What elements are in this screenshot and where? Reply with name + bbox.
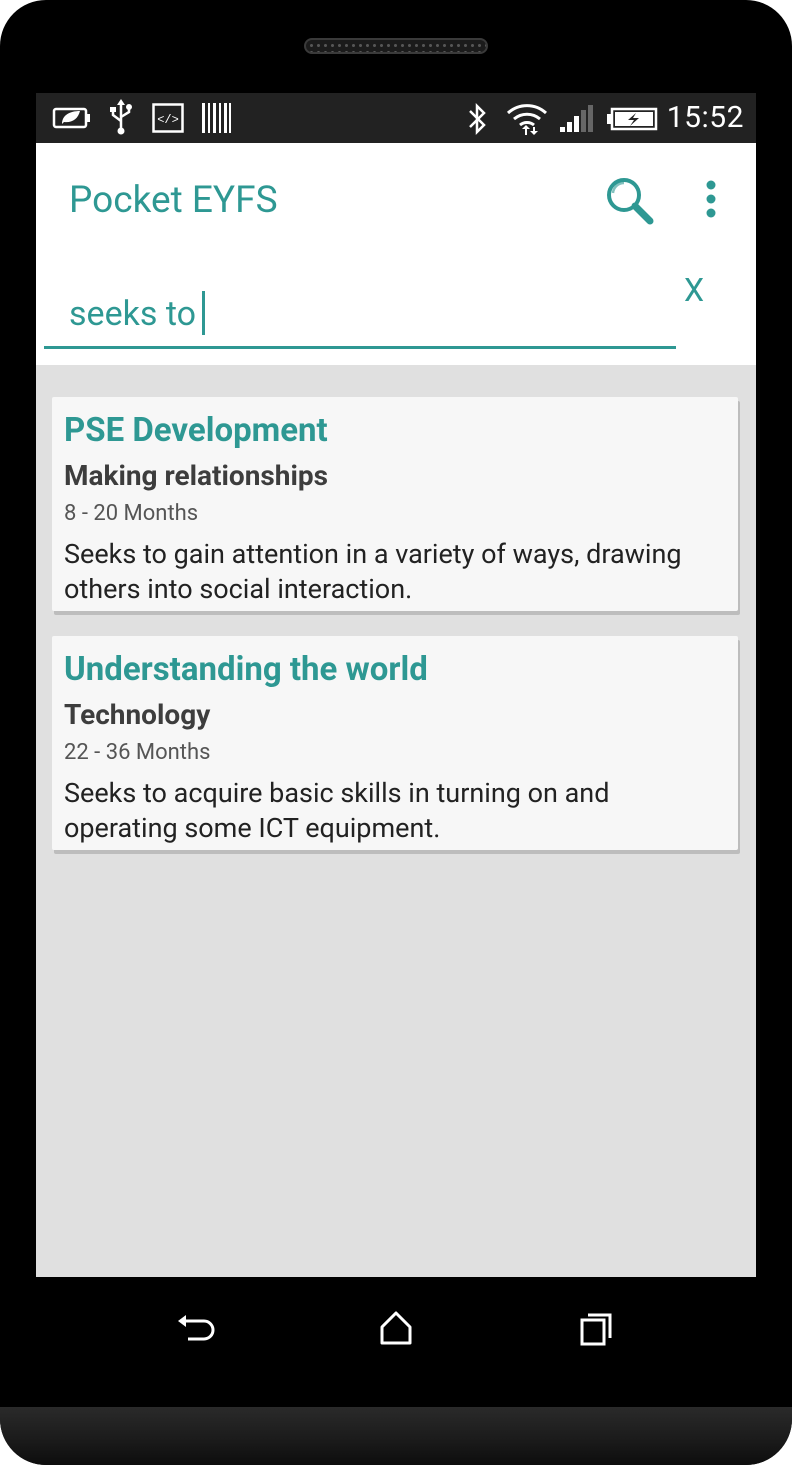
screen: </> 15:52 Pocket EYFS seeks to X PSE Dev… [36, 93, 756, 1277]
status-bar: </> 15:52 [36, 93, 756, 143]
result-aspect: Technology [64, 698, 211, 731]
app-bar: Pocket EYFS seeks to X [36, 143, 756, 365]
result-age-range: 22 - 36 Months [64, 740, 211, 765]
battery-charging-icon [607, 107, 658, 131]
result-area-title: Understanding the world [64, 650, 428, 689]
result-age-range: 8 - 20 Months [64, 501, 199, 526]
search-input-text[interactable]: seeks to [69, 291, 206, 335]
result-description: Seeks to acquire basic skills in turning… [64, 777, 610, 844]
result-card[interactable]: PSE Development Making relationships 8 -… [52, 397, 738, 611]
status-time: 15:52 [666, 100, 744, 135]
navigation-bar [0, 1277, 792, 1407]
device-chin [0, 1407, 792, 1465]
recents-icon[interactable] [574, 1307, 618, 1351]
barcode-icon [202, 103, 231, 133]
search-query: seeks to [69, 294, 197, 334]
result-aspect: Making relationships [64, 459, 329, 492]
bluetooth-icon [469, 102, 486, 136]
back-icon[interactable] [174, 1307, 218, 1351]
usb-icon [110, 99, 132, 135]
cell-signal-icon [560, 105, 593, 132]
developer-code-icon: </> [152, 103, 184, 133]
leaf-battery-saver-icon [52, 107, 90, 129]
search-icon[interactable] [602, 173, 658, 229]
svg-text:</>: </> [157, 113, 179, 127]
result-card[interactable]: Understanding the world Technology 22 - … [52, 636, 738, 850]
result-description: Seeks to gain attention in a variety of … [64, 538, 682, 605]
wifi-icon [506, 104, 548, 135]
result-area-title: PSE Development [64, 411, 328, 450]
home-icon[interactable] [374, 1307, 418, 1351]
more-vert-icon[interactable] [696, 177, 726, 225]
speaker-grille [304, 38, 488, 54]
app-title: Pocket EYFS [69, 179, 278, 222]
search-input[interactable]: seeks to [44, 275, 676, 349]
clear-search-button[interactable]: X [684, 271, 704, 309]
phone-frame: </> 15:52 Pocket EYFS seeks to X PSE Dev… [0, 0, 792, 1465]
text-cursor [202, 291, 206, 335]
